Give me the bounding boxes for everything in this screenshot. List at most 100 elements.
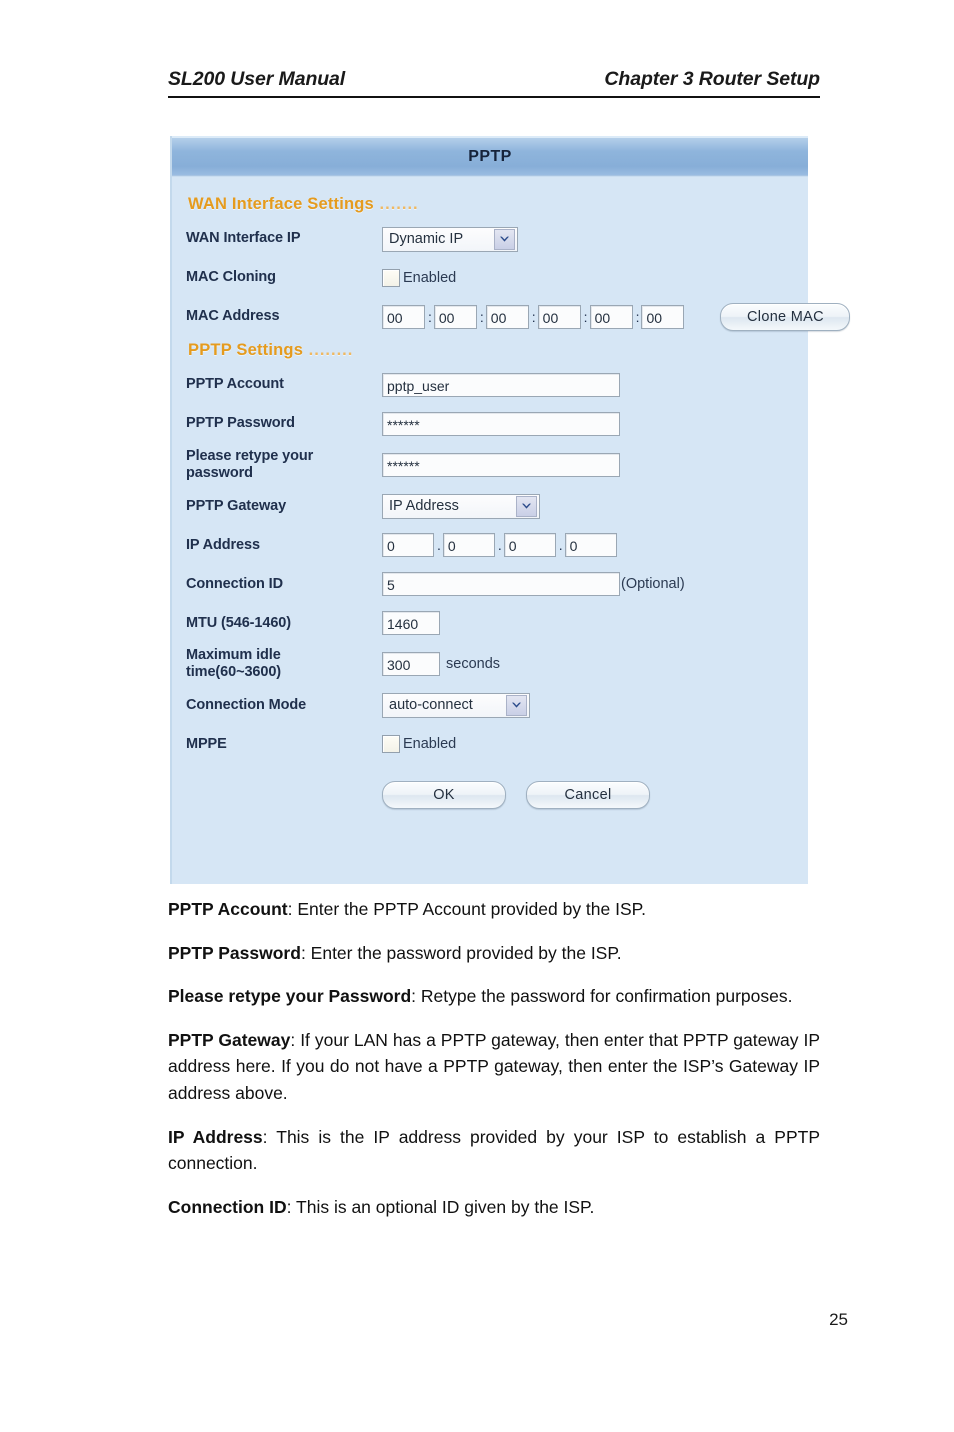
section-heading-wan-dots: ....... — [373, 195, 419, 213]
ip-octet-1[interactable]: 0 — [382, 533, 434, 558]
select-wan-interface-ip-value: Dynamic IP — [389, 231, 464, 247]
text-pptp-password: : Enter the password provided by the ISP… — [300, 942, 622, 963]
label-retype-password-line1: Please retype your — [186, 448, 314, 464]
mac-separator-2: : — [479, 309, 484, 325]
page-running-head: SL200 User Manual Chapter 3 Router Setup — [168, 68, 820, 98]
mac-octet-5[interactable]: 00 — [589, 305, 633, 329]
chevron-down-icon[interactable] — [506, 694, 527, 716]
paragraph-pptp-account: PPTP Account: Enter the PPTP Account pro… — [168, 896, 820, 923]
router-config-screenshot: PPTP WAN Interface Settings ....... WAN … — [170, 136, 851, 884]
label-mppe: MPPE — [186, 735, 227, 752]
connection-id-hint: (Optional) — [621, 576, 685, 593]
select-wan-interface-ip[interactable]: Dynamic IP — [382, 226, 518, 252]
chevron-down-icon[interactable] — [494, 228, 515, 250]
section-heading-pptp-label: PPTP Settings — [188, 341, 304, 359]
mac-octet-1[interactable]: 00 — [382, 305, 425, 329]
term-ip-address: IP Address — [168, 1126, 263, 1147]
max-idle-unit: seconds — [446, 656, 501, 673]
input-retype-password[interactable]: ****** — [382, 453, 620, 478]
label-mac-address: MAC Address — [186, 308, 280, 325]
paragraph-pptp-gateway: PPTP Gateway: If your LAN has a PPTP gat… — [168, 1027, 820, 1107]
row-mac-cloning: MAC Cloning Enabled — [186, 263, 808, 293]
term-pptp-gateway: PPTP Gateway — [168, 1029, 291, 1050]
mac-separator-4: : — [583, 309, 588, 325]
input-max-idle-time[interactable]: 300 — [382, 652, 440, 677]
ip-separator-3: . — [558, 537, 563, 554]
select-pptp-gateway[interactable]: IP Address — [382, 493, 540, 519]
ip-octet-3[interactable]: 0 — [503, 533, 556, 558]
checkbox-mppe-box[interactable] — [382, 735, 400, 754]
mac-octet-4[interactable]: 00 — [537, 305, 581, 329]
section-heading-pptp-dots: ........ — [303, 341, 354, 359]
term-connection-id: Connection ID — [168, 1196, 287, 1217]
label-max-idle-line1: Maximum idle — [186, 647, 281, 664]
mac-octet-3[interactable]: 00 — [485, 305, 529, 329]
paragraph-pptp-password: PPTP Password: Enter the password provid… — [168, 940, 820, 967]
row-mppe: MPPE Enabled — [186, 729, 808, 759]
mac-octet-6[interactable]: 00 — [641, 305, 685, 329]
row-pptp-password: PPTP Password ****** — [186, 409, 808, 439]
row-pptp-gateway: PPTP Gateway IP Address — [186, 491, 808, 521]
row-mtu: MTU (546-1460) 1460 — [186, 608, 808, 638]
label-mac-cloning: MAC Cloning — [186, 269, 276, 286]
label-mtu: MTU (546-1460) — [186, 614, 291, 631]
row-wan-interface-ip: WAN Interface IP Dynamic IP — [186, 224, 808, 254]
checkbox-mac-cloning-box[interactable] — [382, 269, 400, 287]
panel-title: PPTP — [468, 148, 512, 165]
checkbox-mac-cloning[interactable]: Enabled — [382, 269, 456, 287]
select-pptp-gateway-value: IP Address — [389, 498, 459, 515]
row-retype-password: Please retype your password ****** — [186, 448, 808, 482]
checkbox-mppe[interactable]: Enabled — [382, 735, 457, 754]
row-pptp-account: PPTP Account pptp_user — [186, 370, 808, 400]
label-pptp-account: PPTP Account — [186, 376, 284, 393]
text-connection-id: : This is an optional ID given by the IS… — [286, 1196, 595, 1217]
page-number: 25 — [829, 1310, 848, 1329]
row-connection-id: Connection ID 5 (Optional) — [186, 569, 808, 599]
checkbox-mppe-label: Enabled — [403, 736, 457, 753]
term-retype-password: Please retype your Password — [168, 986, 412, 1007]
label-wan-interface-ip: WAN Interface IP — [186, 230, 301, 247]
select-connection-mode[interactable]: auto-connect — [382, 692, 530, 718]
input-pptp-password[interactable]: ****** — [382, 412, 620, 436]
paragraph-connection-id: Connection ID: This is an optional ID gi… — [168, 1194, 820, 1221]
label-retype-password: Please retype your password — [186, 448, 382, 482]
input-connection-id[interactable]: 5 — [382, 572, 620, 597]
ok-button[interactable]: OK — [382, 781, 506, 810]
text-pptp-account: : Enter the PPTP Account provided by the… — [287, 899, 646, 919]
ip-separator-2: . — [497, 537, 502, 554]
label-max-idle-time: Maximum idle time(60~3600) — [186, 647, 382, 681]
term-pptp-password: PPTP Password — [168, 942, 301, 963]
panel-action-buttons: OK Cancel — [382, 781, 808, 813]
label-connection-id: Connection ID — [186, 575, 283, 592]
checkbox-mac-cloning-label: Enabled — [403, 270, 457, 286]
clone-mac-button[interactable]: Clone MAC — [720, 303, 851, 331]
mac-separator-5: : — [635, 309, 640, 325]
input-mtu[interactable]: 1460 — [382, 611, 440, 636]
header-rule — [168, 95, 820, 98]
term-pptp-account: PPTP Account — [168, 899, 288, 919]
chevron-down-icon[interactable] — [516, 495, 537, 517]
ip-octet-4[interactable]: 0 — [564, 533, 617, 558]
label-connection-mode: Connection Mode — [186, 696, 307, 713]
text-ip-address: : This is the IP address provided by you… — [168, 1126, 820, 1174]
input-pptp-account[interactable]: pptp_user — [382, 373, 620, 397]
label-max-idle-line2: time(60~3600) — [186, 664, 282, 681]
paragraph-retype-password: Please retype your Password: Retype the … — [168, 983, 820, 1010]
label-pptp-password: PPTP Password — [186, 415, 295, 432]
section-heading-wan-label: WAN Interface Settings — [188, 195, 374, 213]
row-ip-address: IP Address 0 . 0 . 0 . 0 — [186, 530, 808, 560]
label-retype-password-line2: password — [186, 465, 253, 482]
row-max-idle-time: Maximum idle time(60~3600) 300 seconds — [186, 647, 808, 681]
mac-separator-3: : — [531, 309, 536, 325]
manual-title: SL200 User Manual — [168, 68, 346, 90]
panel-body: WAN Interface Settings ....... WAN Inter… — [172, 177, 851, 813]
ip-separator-1: . — [437, 537, 441, 554]
label-ip-address: IP Address — [186, 536, 260, 553]
cancel-button[interactable]: Cancel — [526, 781, 650, 810]
mac-octet-2[interactable]: 00 — [433, 305, 477, 329]
body-text: PPTP Account: Enter the PPTP Account pro… — [168, 896, 820, 1220]
mac-separator-1: : — [428, 309, 432, 325]
chapter-title: Chapter 3 Router Setup — [604, 68, 820, 90]
row-connection-mode: Connection Mode auto-connect — [186, 690, 808, 720]
ip-octet-2[interactable]: 0 — [442, 533, 495, 558]
